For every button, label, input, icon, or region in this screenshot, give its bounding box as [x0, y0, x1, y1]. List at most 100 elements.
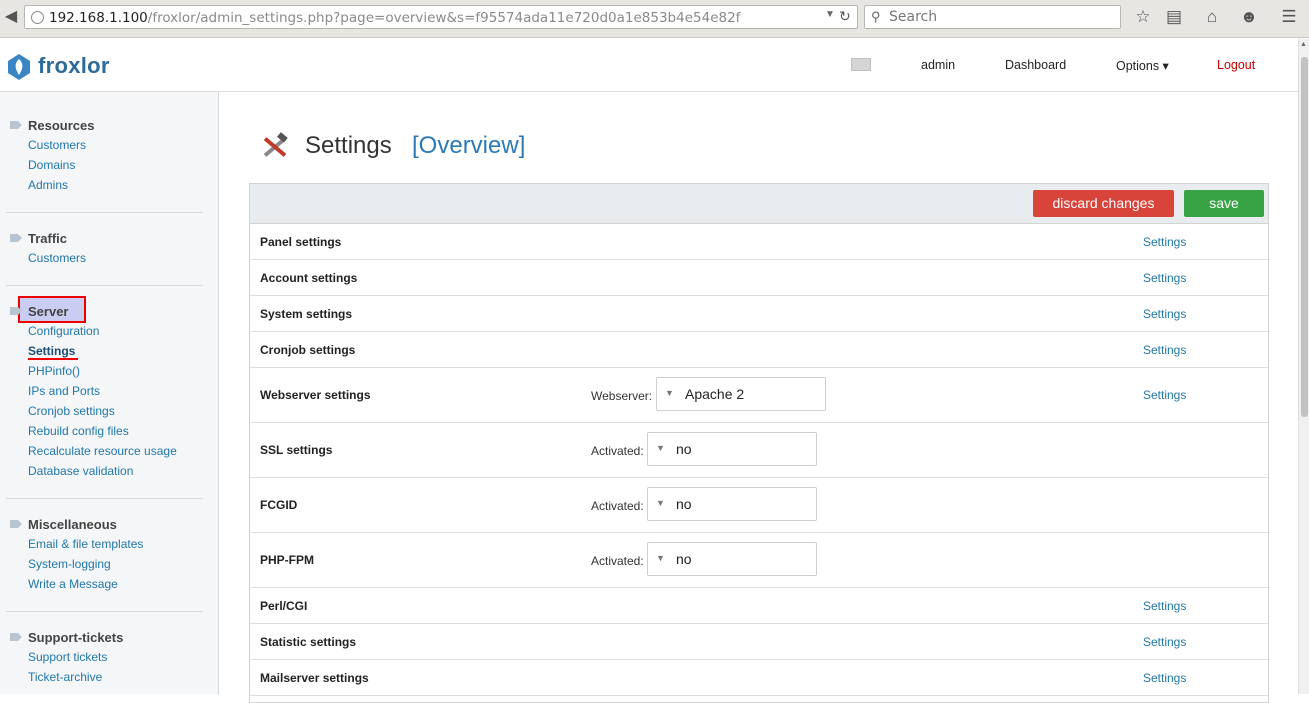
chevron-down-icon: ▼ [656, 443, 665, 453]
nav-item-configuration[interactable]: Configuration [28, 324, 99, 338]
logo-text[interactable]: froxlor [38, 53, 110, 79]
nav-item-email-templates[interactable]: Email & file templates [28, 537, 143, 551]
row-label: Mailserver settings [260, 671, 369, 685]
back-arrow-icon[interactable]: ◀ [0, 6, 22, 28]
row-label: FCGID [260, 498, 298, 512]
scroll-up-icon[interactable]: ▲ [1300, 41, 1307, 48]
chat-icon[interactable]: ☻ [1237, 6, 1261, 28]
row-label: Perl/CGI [260, 599, 308, 613]
page-title: Settings [305, 132, 392, 159]
nav-divider [6, 611, 203, 612]
save-button[interactable]: save [1184, 190, 1264, 217]
settings-row: Account settings Settings [250, 260, 1268, 296]
row-label: Webserver settings [260, 388, 371, 402]
row-label: Statistic settings [260, 635, 357, 649]
search-input[interactable]: ⚲ Search [864, 5, 1121, 29]
home-icon[interactable]: ⌂ [1200, 6, 1224, 28]
nav-item-database-validation[interactable]: Database validation [28, 464, 133, 478]
nav-item-write-message[interactable]: Write a Message [28, 577, 118, 591]
reading-list-icon[interactable]: ▤ [1162, 6, 1186, 28]
tag-icon [10, 121, 22, 129]
phpfpm-field-label: Activated: [591, 554, 644, 568]
nav-item-domains[interactable]: Domains [28, 158, 75, 172]
row-label: SSL settings [260, 443, 333, 457]
nav-item-cronjob-settings[interactable]: Cronjob settings [28, 404, 115, 418]
discard-changes-button[interactable]: discard changes [1033, 190, 1174, 217]
settings-row: Mailserver settings Settings [250, 660, 1268, 696]
dashboard-link[interactable]: Dashboard [1005, 58, 1066, 72]
nav-item-traffic-customers[interactable]: Customers [28, 251, 86, 265]
nav-item-rebuild-config[interactable]: Rebuild config files [28, 424, 129, 438]
nav-item-ips-and-ports[interactable]: IPs and Ports [28, 384, 100, 398]
row-settings-link[interactable]: Settings [1143, 271, 1186, 285]
select-value: Apache 2 [685, 386, 745, 402]
nav-item-support-tickets[interactable]: Support tickets [28, 650, 107, 664]
nav-item-ticket-archive[interactable]: Ticket-archive [28, 670, 102, 684]
chevron-down-icon: ▼ [656, 553, 665, 563]
webserver-field-label: Webserver: [591, 389, 653, 403]
fcgid-activated-select[interactable]: ▼ no [647, 487, 817, 521]
row-settings-link[interactable]: Settings [1143, 635, 1186, 649]
row-label: PHP-FPM [260, 553, 314, 567]
froxlor-logo-icon[interactable] [4, 52, 34, 82]
tag-icon [10, 234, 22, 242]
options-menu[interactable]: Options ▾ [1116, 58, 1169, 73]
phpfpm-activated-select[interactable]: ▼ no [647, 542, 817, 576]
subtitle-bracket-open: [ [412, 132, 419, 159]
row-settings-link[interactable]: Settings [1143, 388, 1186, 402]
logout-link[interactable]: Logout [1217, 58, 1255, 72]
settings-row: Statistic settings Settings [250, 624, 1268, 660]
nav-item-recalculate-usage[interactable]: Recalculate resource usage [28, 444, 177, 458]
browser-toolbar: ◀ 192.168.1.100/froxlor/admin_settings.p… [0, 0, 1309, 38]
globe-icon [31, 11, 44, 24]
select-value: no [676, 441, 692, 457]
ssl-field-label: Activated: [591, 444, 644, 458]
search-icon: ⚲ [871, 9, 881, 24]
page-scrollbar[interactable]: ▲ [1298, 39, 1309, 694]
row-settings-link[interactable]: Settings [1143, 235, 1186, 249]
scroll-thumb[interactable] [1301, 57, 1308, 417]
nav-section-support-tickets: Support-tickets [28, 630, 124, 645]
nav-section-miscellaneous: Miscellaneous [28, 517, 117, 532]
nav-section-traffic: Traffic [28, 231, 68, 246]
settings-row: SSL settings Activated: ▼ no [250, 423, 1268, 478]
row-settings-link[interactable]: Settings [1143, 671, 1186, 685]
tag-icon [10, 520, 22, 528]
row-label: System settings [260, 307, 353, 321]
tag-icon [10, 307, 22, 315]
subtitle-bracket-close: ] [518, 132, 526, 159]
settings-row: Cronjob settings Settings [250, 332, 1268, 368]
webserver-select[interactable]: ▼ Apache 2 [656, 377, 826, 411]
bookmark-star-icon[interactable]: ☆ [1131, 6, 1155, 28]
menu-icon[interactable]: ☰ [1277, 6, 1301, 28]
user-link[interactable]: admin [921, 58, 955, 72]
select-value: no [676, 551, 692, 567]
settings-row: Perl/CGI Settings [250, 588, 1268, 624]
tag-icon [10, 633, 22, 641]
fcgid-field-label: Activated: [591, 499, 644, 513]
url-bar[interactable]: 192.168.1.100/froxlor/admin_settings.php… [24, 5, 858, 29]
row-label: Account settings [260, 271, 358, 285]
nav-item-settings[interactable]: Settings [28, 344, 75, 358]
row-settings-link[interactable]: Settings [1143, 307, 1186, 321]
nav-item-system-logging[interactable]: System-logging [28, 557, 111, 571]
url-text[interactable]: 192.168.1.100/froxlor/admin_settings.php… [49, 10, 740, 26]
ssl-activated-select[interactable]: ▼ no [647, 432, 817, 466]
subtitle-text[interactable]: Overview [419, 132, 519, 159]
url-dropdown-icon[interactable]: ▼ [825, 9, 835, 20]
settings-row: Webserver settings Webserver: ▼ Apache 2… [250, 368, 1268, 423]
mail-icon[interactable] [851, 58, 871, 71]
nav-divider [6, 498, 203, 499]
page-subtitle: [Overview] [412, 132, 525, 160]
panel-toolbar: discard changes save [250, 184, 1268, 224]
nav-item-admins[interactable]: Admins [28, 178, 68, 192]
nav-item-customers[interactable]: Customers [28, 138, 86, 152]
row-label: Panel settings [260, 235, 342, 249]
nav-item-phpinfo[interactable]: PHPinfo() [28, 364, 80, 378]
nav-section-resources: Resources [28, 118, 95, 133]
row-settings-link[interactable]: Settings [1143, 343, 1186, 357]
settings-row: PHP-FPM Activated: ▼ no [250, 533, 1268, 588]
reload-icon[interactable]: ↻ [839, 8, 851, 25]
url-host: 192.168.1.100 [49, 10, 148, 26]
row-settings-link[interactable]: Settings [1143, 599, 1186, 613]
